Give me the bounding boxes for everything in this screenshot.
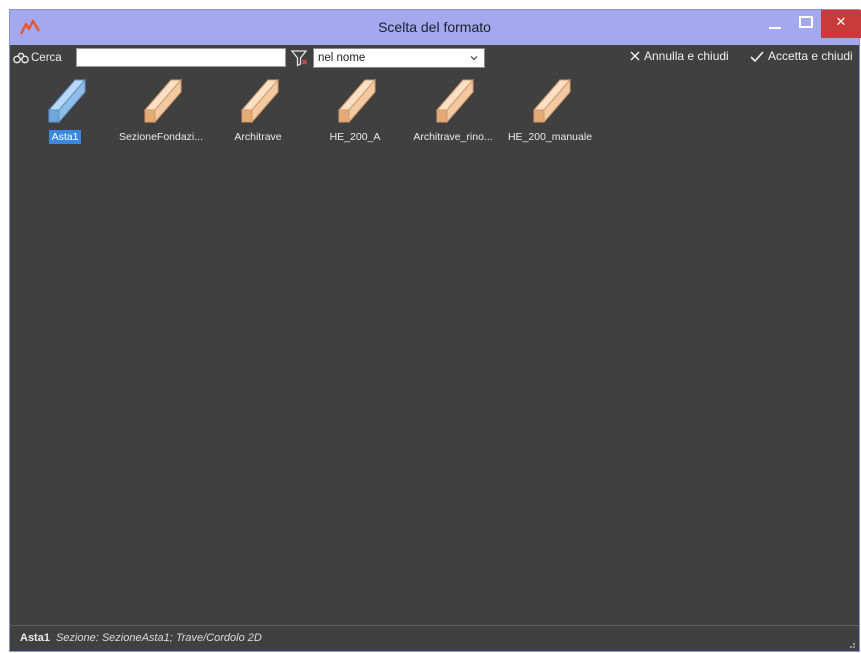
- toolbar: Cerca nel nome Annulla e chiudi Accetta …: [10, 45, 859, 71]
- chevron-down-icon: [470, 56, 478, 61]
- close-icon: ✕: [835, 15, 847, 30]
- format-item-label: Asta1: [48, 130, 82, 144]
- search-label-text: Cerca: [31, 52, 62, 64]
- beam-icon: [532, 78, 572, 124]
- close-x-icon: [630, 51, 640, 61]
- format-chooser-window: Scelta del formato ✕ Cerca nel nome Annu…: [9, 9, 861, 652]
- filter-icon[interactable]: [290, 49, 308, 67]
- binoculars-icon: [13, 52, 29, 64]
- format-item[interactable]: Asta1: [17, 76, 113, 156]
- search-label: Cerca: [13, 50, 62, 66]
- format-item-label: Architrave: [234, 131, 282, 143]
- search-mode-select[interactable]: nel nome: [313, 48, 485, 68]
- close-button[interactable]: ✕: [821, 10, 861, 38]
- format-item-label: SezioneFondazi...: [118, 131, 204, 143]
- resize-grip-icon[interactable]: [847, 640, 855, 648]
- format-item-label: HE_200_manuale: [507, 131, 593, 143]
- beam-icon: [240, 78, 280, 124]
- accept-close-label: Accetta e chiudi: [768, 49, 853, 63]
- accept-close-button[interactable]: Accetta e chiudi: [750, 49, 853, 63]
- format-item[interactable]: HE_200_manuale: [502, 76, 598, 156]
- status-text: Asta1 Sezione: SezioneAsta1; Trave/Cordol…: [20, 632, 262, 644]
- status-bar: Asta1 Sezione: SezioneAsta1; Trave/Cordol…: [10, 625, 859, 651]
- format-item-label: Architrave_rino...: [413, 131, 493, 143]
- window-title: Scelta del formato: [378, 19, 491, 35]
- minimize-button[interactable]: [762, 10, 788, 38]
- cancel-close-button[interactable]: Annulla e chiudi: [630, 49, 729, 63]
- beam-icon: [47, 78, 87, 124]
- search-input[interactable]: [76, 48, 286, 67]
- cancel-close-label: Annulla e chiudi: [644, 49, 729, 63]
- format-item-grid: Asta1 SezioneFondazi... Architrave HE_20…: [10, 72, 859, 625]
- beam-icon: [337, 78, 377, 124]
- beam-icon: [143, 78, 183, 124]
- format-item[interactable]: Architrave_rino...: [405, 76, 501, 156]
- status-item-description: Sezione: SezioneAsta1; Trave/Cordolo 2D: [55, 632, 262, 644]
- beam-icon: [435, 78, 475, 124]
- format-item-label: HE_200_A: [329, 131, 381, 143]
- checkmark-icon: [750, 50, 764, 62]
- format-item[interactable]: HE_200_A: [307, 76, 403, 156]
- maximize-button[interactable]: [792, 10, 818, 38]
- search-mode-value: nel nome: [318, 52, 366, 64]
- status-item-name: Asta1: [20, 632, 50, 644]
- title-bar[interactable]: Scelta del formato ✕: [10, 10, 861, 45]
- format-item[interactable]: SezioneFondazi...: [113, 76, 209, 156]
- format-item[interactable]: Architrave: [210, 76, 306, 156]
